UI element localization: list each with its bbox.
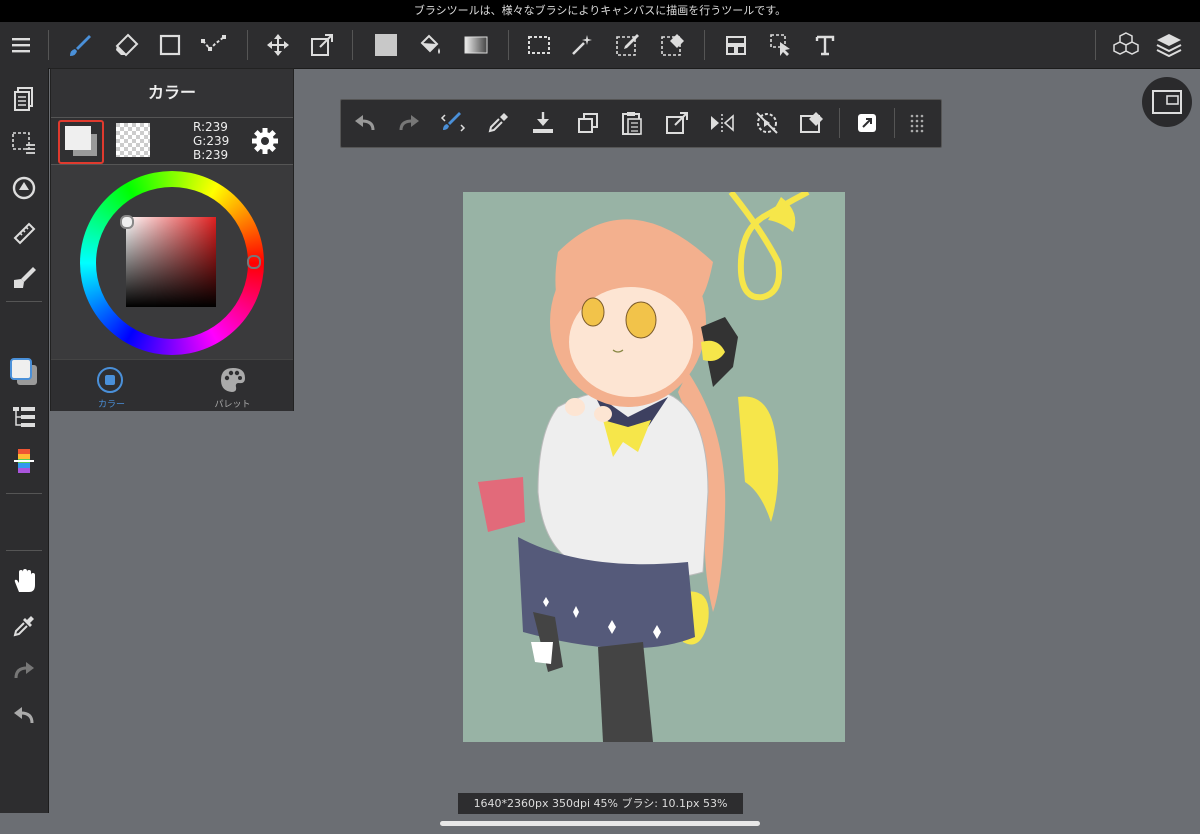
brush-list-icon[interactable] (8, 402, 40, 432)
bucket-icon[interactable] (414, 30, 446, 60)
rgb-b-value: B:239 (193, 148, 229, 162)
navigator-button[interactable] (1142, 77, 1192, 127)
palette-icon (219, 366, 247, 394)
shape-icon[interactable] (154, 30, 186, 60)
layout-icon[interactable] (720, 30, 752, 60)
magic-wand-icon[interactable] (566, 30, 598, 60)
canvas-info-bar: 1640*2360px 350dpi 45% ブラシ: 10.1px 53% (458, 793, 743, 814)
redo-icon[interactable] (8, 656, 40, 686)
share-icon[interactable] (851, 108, 883, 138)
left-sidebar (0, 68, 49, 813)
tab-color[interactable]: カラー (51, 360, 172, 411)
move-icon[interactable] (262, 30, 294, 60)
select-eraser-icon[interactable] (657, 30, 689, 60)
color-wheel-area (51, 165, 293, 359)
command-bar (340, 99, 942, 148)
tab-palette-label: パレット (214, 400, 251, 410)
hue-cursor[interactable] (247, 255, 261, 269)
rotate-icon[interactable] (8, 173, 40, 203)
layers-icon[interactable] (1153, 30, 1185, 60)
grid-more-icon[interactable] (901, 108, 933, 138)
eyedropper-icon[interactable] (8, 611, 40, 641)
select-pen-icon[interactable] (612, 30, 644, 60)
top-toolbar (0, 22, 1200, 69)
eyedropper-icon[interactable] (482, 108, 514, 138)
fill-color-icon[interactable] (370, 30, 402, 60)
artwork-illustration (478, 192, 810, 742)
copy-icon[interactable] (572, 108, 604, 138)
sv-cursor[interactable] (120, 215, 134, 229)
fill-pen-icon[interactable] (8, 262, 40, 292)
transform-icon[interactable] (661, 108, 693, 138)
transform-icon[interactable] (306, 30, 338, 60)
undo-icon[interactable] (8, 701, 40, 731)
saturation-value-square[interactable] (126, 217, 216, 307)
menu-icon[interactable] (6, 30, 38, 60)
pages-icon[interactable] (8, 84, 40, 114)
color-bar-icon[interactable] (8, 446, 40, 476)
drawing-canvas[interactable] (463, 192, 845, 742)
color-panel-tabs: カラー パレット (51, 359, 293, 411)
color-panel: カラー R:239 G:239 B:239 カラー パレット (50, 68, 294, 411)
color-panel-title: カラー (51, 69, 293, 118)
tab-color-label: カラー (97, 400, 125, 410)
text-icon[interactable] (809, 30, 841, 60)
rgb-r-value: R:239 (193, 120, 228, 134)
foreground-swatch[interactable] (58, 120, 104, 164)
clear-icon[interactable] (796, 108, 828, 138)
paste-icon[interactable] (616, 108, 648, 138)
color-swatch-row: R:239 G:239 B:239 (51, 118, 293, 165)
brush-icon[interactable] (64, 30, 96, 60)
flip-icon[interactable] (706, 108, 738, 138)
redo-icon[interactable] (393, 108, 425, 138)
gear-icon[interactable] (250, 126, 280, 156)
3d-icon[interactable] (1110, 30, 1142, 60)
tab-palette[interactable]: パレット (172, 360, 293, 411)
brush-snap-icon[interactable] (437, 108, 469, 138)
selection-icon[interactable] (8, 128, 40, 158)
tool-hint-bar: ブラシツールは、様々なブラシによりキャンバスに描画を行うツールです。 (0, 0, 1200, 22)
select-pointer-icon[interactable] (765, 30, 797, 60)
color-tab-icon (97, 367, 123, 393)
rotate-off-icon[interactable] (751, 108, 783, 138)
color-swatch-icon[interactable] (8, 357, 40, 387)
eraser-icon[interactable] (110, 30, 142, 60)
background-swatch[interactable] (116, 123, 150, 157)
dot-line-icon[interactable] (198, 30, 230, 60)
navigator-icon (1152, 90, 1182, 114)
ruler-icon[interactable] (8, 218, 40, 248)
select-rect-icon[interactable] (523, 30, 555, 60)
import-icon[interactable] (527, 108, 559, 138)
undo-icon[interactable] (349, 108, 381, 138)
home-indicator[interactable] (440, 821, 760, 826)
hand-icon[interactable] (8, 566, 40, 596)
rgb-g-value: G:239 (193, 134, 230, 148)
gradient-icon[interactable] (460, 30, 492, 60)
